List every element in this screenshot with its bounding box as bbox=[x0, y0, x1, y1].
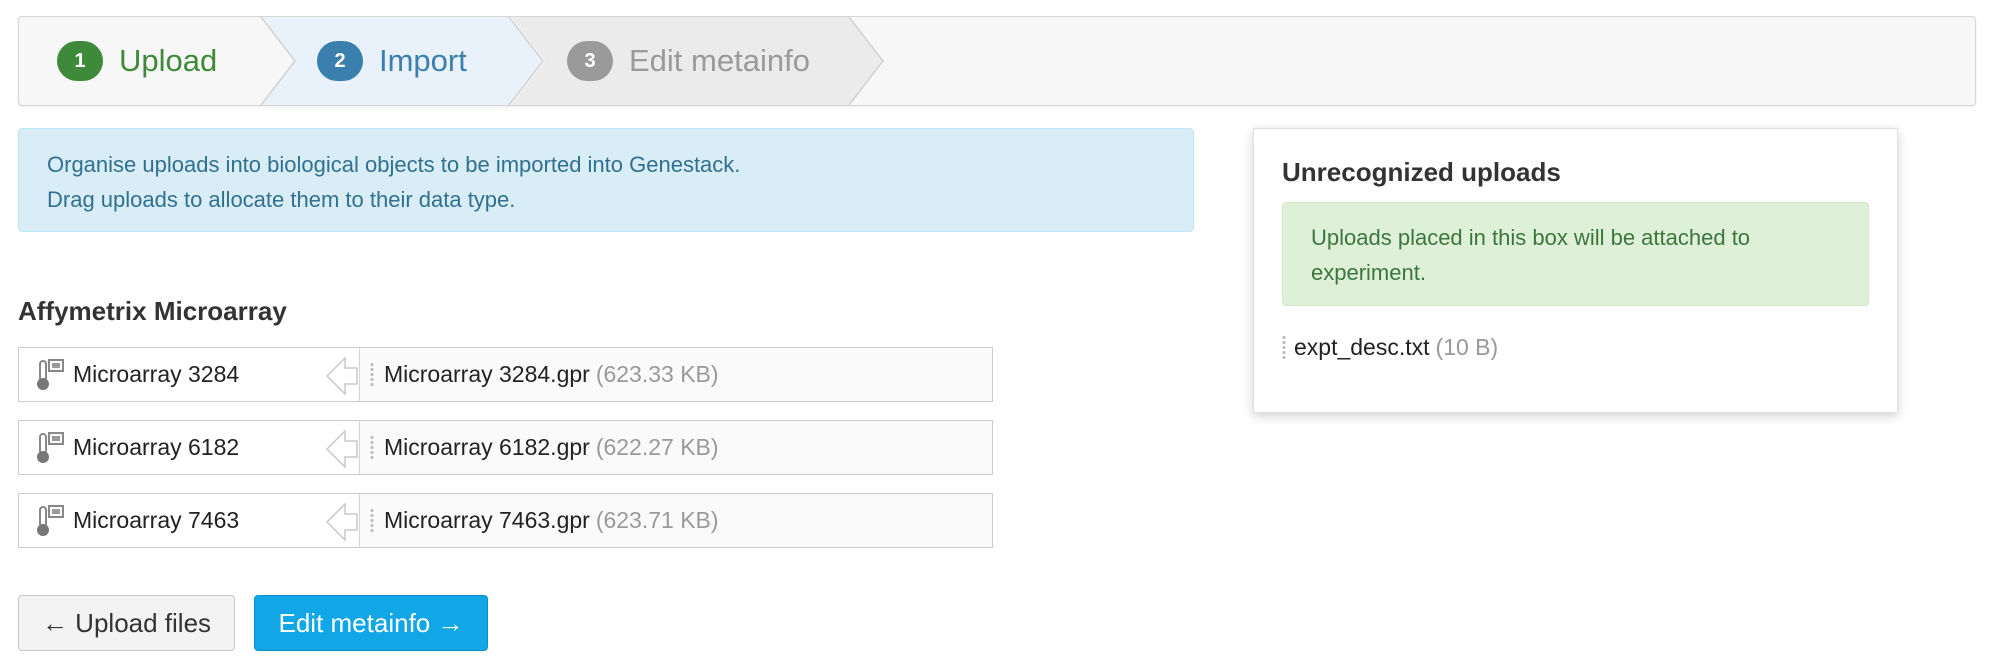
success-alert-line: experiment. bbox=[1311, 260, 1426, 285]
object-name: Microarray 7463 bbox=[73, 507, 240, 533]
object-name: Microarray 3284 bbox=[73, 361, 240, 387]
section-title: Affymetrix Microarray bbox=[18, 296, 287, 326]
unrecognized-uploads-panel[interactable]: Unrecognized uploads Uploads placed in t… bbox=[1253, 128, 1898, 413]
microarray-icon bbox=[37, 431, 64, 463]
arrow-left-icon bbox=[325, 357, 358, 395]
drag-handle-icon[interactable] bbox=[370, 361, 374, 388]
step-upload[interactable]: 1 Upload bbox=[57, 17, 217, 105]
step-import[interactable]: 2 Import bbox=[317, 17, 467, 105]
microarray-icon bbox=[37, 504, 64, 536]
microarray-row: Microarray 6182 Microarray 6182.gpr (622… bbox=[18, 420, 993, 475]
success-alert-line: Uploads placed in this box will be attac… bbox=[1311, 225, 1751, 250]
upload-file-size: (622.27 KB) bbox=[595, 434, 719, 460]
step-label: Edit metainfo bbox=[629, 43, 810, 78]
arrow-left-icon bbox=[325, 503, 358, 541]
step-label: Import bbox=[379, 43, 467, 78]
wizard-stepper: 1 Upload 2 Import 3 Edit metainfo bbox=[18, 16, 1976, 106]
object-cell: Microarray 6182 bbox=[19, 421, 359, 474]
object-cell: Microarray 3284 bbox=[19, 348, 359, 401]
step-label: Upload bbox=[119, 43, 218, 78]
unrecognized-file-item[interactable]: expt_desc.txt (10 B) bbox=[1282, 334, 1498, 361]
upload-file-size: (623.33 KB) bbox=[595, 361, 719, 387]
microarray-icon bbox=[37, 358, 64, 390]
upload-file-name[interactable]: Microarray 7463.gpr bbox=[384, 507, 590, 534]
object-name: Microarray 6182 bbox=[73, 434, 240, 460]
drag-handle-icon[interactable] bbox=[1282, 334, 1286, 361]
step-edit-metainfo[interactable]: 3 Edit metainfo bbox=[567, 17, 810, 105]
upload-drop-cell[interactable]: Microarray 3284.gpr (623.33 KB) bbox=[359, 348, 992, 401]
microarray-row: Microarray 7463 Microarray 7463.gpr (623… bbox=[18, 493, 993, 548]
edit-metainfo-button[interactable]: Edit metainfo → bbox=[254, 595, 488, 651]
stepper-chevrons bbox=[260, 17, 884, 105]
info-alert-line: Organise uploads into biological objects… bbox=[47, 152, 741, 177]
info-alert-line: Drag uploads to allocate them to their d… bbox=[47, 187, 516, 212]
upload-file-size: (10 B) bbox=[1435, 334, 1499, 360]
upload-drop-cell[interactable]: Microarray 6182.gpr (622.27 KB) bbox=[359, 421, 992, 474]
drag-handle-icon[interactable] bbox=[370, 434, 374, 461]
panel-title: Unrecognized uploads bbox=[1282, 157, 1561, 187]
microarray-list: Microarray 3284 Microarray 3284.gpr (623… bbox=[18, 347, 993, 566]
step-number-badge: 3 bbox=[567, 41, 613, 81]
info-alert: Organise uploads into biological objects… bbox=[18, 128, 1194, 232]
microarray-row: Microarray 3284 Microarray 3284.gpr (623… bbox=[18, 347, 993, 402]
upload-file-size: (623.71 KB) bbox=[595, 507, 719, 533]
drag-handle-icon[interactable] bbox=[370, 507, 374, 534]
upload-file-name[interactable]: expt_desc.txt bbox=[1294, 334, 1430, 361]
arrow-left-icon bbox=[325, 430, 358, 468]
upload-files-button[interactable]: ← Upload files bbox=[18, 595, 235, 651]
upload-drop-cell[interactable]: Microarray 7463.gpr (623.71 KB) bbox=[359, 494, 992, 547]
step-number-badge: 2 bbox=[317, 41, 363, 81]
success-alert: Uploads placed in this box will be attac… bbox=[1282, 202, 1869, 306]
object-cell: Microarray 7463 bbox=[19, 494, 359, 547]
step-number-badge: 1 bbox=[57, 41, 103, 81]
upload-file-name[interactable]: Microarray 3284.gpr bbox=[384, 361, 590, 388]
upload-file-name[interactable]: Microarray 6182.gpr bbox=[384, 434, 590, 461]
